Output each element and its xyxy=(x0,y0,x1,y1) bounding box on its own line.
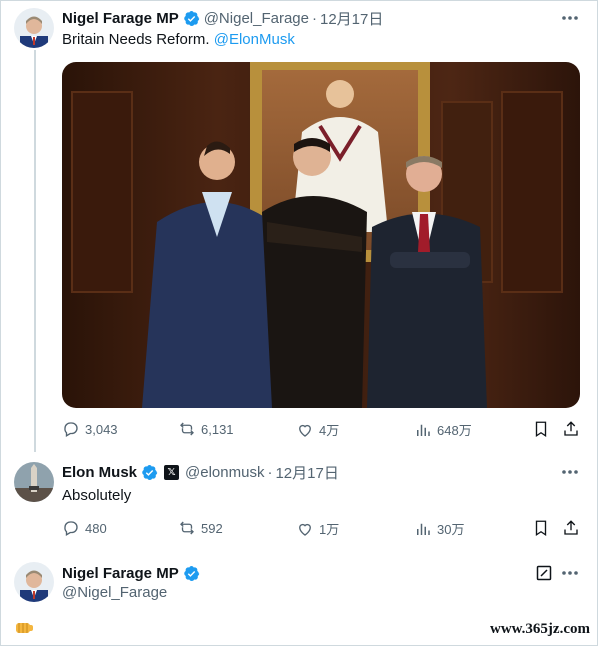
bookmark-icon xyxy=(535,520,547,537)
author-handle[interactable]: @Nigel_Farage xyxy=(204,10,309,27)
reply-icon xyxy=(64,521,78,536)
avatar-nigel-farage[interactable] xyxy=(14,562,54,602)
tweet1-text: Britain Needs Reform. @ElonMusk xyxy=(62,31,295,48)
retweet-button[interactable]: 592 xyxy=(178,519,223,537)
retweet-icon xyxy=(180,521,194,535)
thread-line xyxy=(34,50,36,452)
timestamp[interactable]: 12月17日 xyxy=(275,462,338,483)
reply-author-header: Nigel Farage MP xyxy=(62,563,200,583)
like-count: 4万 xyxy=(319,423,340,438)
author-handle[interactable]: @Nigel_Farage xyxy=(62,584,167,601)
views-button[interactable]: 648万 xyxy=(414,420,472,439)
separator-dot: · xyxy=(311,9,317,27)
reply-icon xyxy=(64,422,78,437)
tweet1-actions: 3,043 6,131 4万 648万 xyxy=(62,420,582,442)
views-icon xyxy=(417,424,430,436)
verified-badge-icon xyxy=(141,464,158,481)
author-handle[interactable]: @elonmusk xyxy=(185,464,264,481)
verified-badge-icon xyxy=(183,565,200,582)
more-icon[interactable] xyxy=(558,563,582,583)
reply-count: 480 xyxy=(85,520,107,536)
retweet-count: 6,131 xyxy=(201,421,234,437)
bookmark-button[interactable] xyxy=(532,420,555,438)
views-count: 648万 xyxy=(437,423,472,438)
like-icon xyxy=(299,523,311,536)
share-button[interactable] xyxy=(562,519,585,537)
share-icon xyxy=(564,520,578,535)
like-button[interactable]: 1万 xyxy=(296,519,339,538)
views-icon xyxy=(417,523,430,535)
share-button[interactable] xyxy=(562,420,585,438)
mention-link[interactable]: @ElonMusk xyxy=(214,31,295,48)
tweet1-header: Nigel Farage MP @Nigel_Farage · 12月17日 xyxy=(62,8,383,28)
more-icon[interactable] xyxy=(558,8,582,28)
retweet-icon xyxy=(180,422,194,436)
x-affiliate-icon[interactable]: 𝕏 xyxy=(164,464,180,480)
reply-button[interactable]: 480 xyxy=(62,519,107,537)
tweet-photo[interactable] xyxy=(62,62,580,408)
fist-emoji-icon xyxy=(14,620,34,636)
author-name[interactable]: Nigel Farage MP xyxy=(62,565,179,582)
tweet2-actions: 480 592 1万 30万 xyxy=(62,519,582,541)
avatar-nigel-farage[interactable] xyxy=(14,8,54,48)
watermark-text: www.365jz.com xyxy=(490,621,590,637)
tweet-text: Britain Needs Reform. xyxy=(62,31,214,48)
share-icon xyxy=(564,421,578,436)
separator-dot: · xyxy=(267,463,273,481)
tweet-text: Absolutely xyxy=(62,487,132,504)
timestamp[interactable]: 12月17日 xyxy=(320,8,383,29)
retweet-count: 592 xyxy=(201,520,223,536)
more-icon[interactable] xyxy=(558,462,582,482)
bookmark-button[interactable] xyxy=(532,519,555,537)
edit-icon[interactable] xyxy=(532,563,556,583)
like-icon xyxy=(299,424,311,437)
avatar-elon-musk[interactable] xyxy=(14,462,54,502)
verified-badge-icon xyxy=(183,10,200,27)
author-name[interactable]: Nigel Farage MP xyxy=(62,10,179,27)
author-name[interactable]: Elon Musk xyxy=(62,464,137,481)
bookmark-icon xyxy=(535,421,547,438)
like-button[interactable]: 4万 xyxy=(296,420,339,439)
views-button[interactable]: 30万 xyxy=(414,519,464,538)
reply-count: 3,043 xyxy=(85,421,118,437)
views-count: 30万 xyxy=(437,522,465,537)
retweet-button[interactable]: 6,131 xyxy=(178,420,234,438)
reply-button[interactable]: 3,043 xyxy=(62,420,118,438)
like-count: 1万 xyxy=(319,522,340,537)
tweet2-header: Elon Musk 𝕏 @elonmusk · 12月17日 xyxy=(62,462,339,482)
